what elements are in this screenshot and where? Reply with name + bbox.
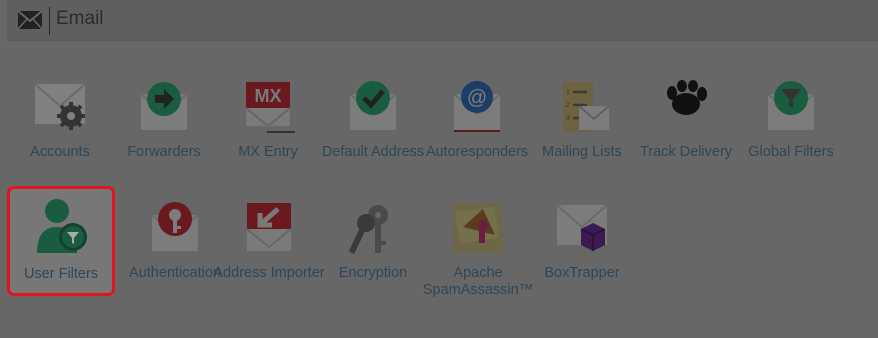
authentication-icon <box>151 202 199 251</box>
authentication-item[interactable]: Authentication <box>122 201 228 307</box>
list-number-2: 2 <box>566 102 570 109</box>
autoresponders-icon: @ <box>453 81 501 132</box>
accounts-label: Accounts <box>30 144 90 160</box>
encryption-icon <box>348 205 388 255</box>
mailing-lists-label: Mailing Lists <box>542 144 622 160</box>
boxtrapper-icon <box>556 204 608 251</box>
mx-entry-icon: MX <box>245 82 295 133</box>
at-badge-text: @ <box>467 87 487 109</box>
global-filters-icon <box>767 81 815 130</box>
spamassassin-item[interactable]: Apache SpamAssassin™ <box>423 201 533 307</box>
default-address-label: Default Address <box>321 144 425 160</box>
encryption-item[interactable]: Encryption <box>320 201 426 307</box>
forwarders-label: Forwarders <box>127 144 201 160</box>
address-importer-icon <box>246 203 292 251</box>
address-importer-item[interactable]: Address Importer <box>213 201 325 307</box>
user-filters-label: User Filters <box>23 266 99 282</box>
forwarders-icon <box>140 82 188 130</box>
track-delivery-item[interactable]: Track Delivery <box>633 80 739 186</box>
mx-entry-label: MX Entry <box>238 144 298 160</box>
mx-badge-text: MX <box>255 86 282 106</box>
mailing-lists-item[interactable]: 1 2 3 Mailing Lists <box>529 80 635 186</box>
accounts-icon <box>34 83 86 130</box>
header-divider <box>49 7 50 35</box>
forwarders-item[interactable]: Forwarders <box>111 80 217 186</box>
track-delivery-label: Track Delivery <box>639 144 733 160</box>
address-importer-label: Address Importer <box>213 265 325 281</box>
spamassassin-icon <box>453 203 503 253</box>
autoresponders-label: Autoresponders <box>425 144 529 160</box>
global-filters-item[interactable]: Global Filters <box>738 80 844 186</box>
autoresponders-item[interactable]: @ Autoresponders <box>424 80 530 186</box>
section-title: Email <box>56 8 104 29</box>
track-delivery-icon <box>667 80 707 115</box>
mailing-lists-icon: 1 2 3 <box>563 82 610 132</box>
spamassassin-label: Apache SpamAssassin™ <box>422 265 534 298</box>
list-number-3: 3 <box>566 115 570 122</box>
mx-entry-item[interactable]: MX MX Entry <box>215 80 321 186</box>
boxtrapper-item[interactable]: BoxTrapper <box>529 201 635 307</box>
email-section-header: Email <box>7 0 878 41</box>
envelope-icon <box>17 10 43 30</box>
global-filters-label: Global Filters <box>748 144 834 160</box>
user-filters-item[interactable]: User Filters <box>7 186 115 296</box>
default-address-item[interactable]: Default Address <box>320 80 426 186</box>
boxtrapper-label: BoxTrapper <box>544 265 620 281</box>
accounts-item[interactable]: Accounts <box>7 80 113 186</box>
encryption-label: Encryption <box>338 265 408 281</box>
default-address-icon <box>349 81 397 130</box>
list-number-1: 1 <box>566 89 570 96</box>
user-filters-icon <box>37 199 87 253</box>
